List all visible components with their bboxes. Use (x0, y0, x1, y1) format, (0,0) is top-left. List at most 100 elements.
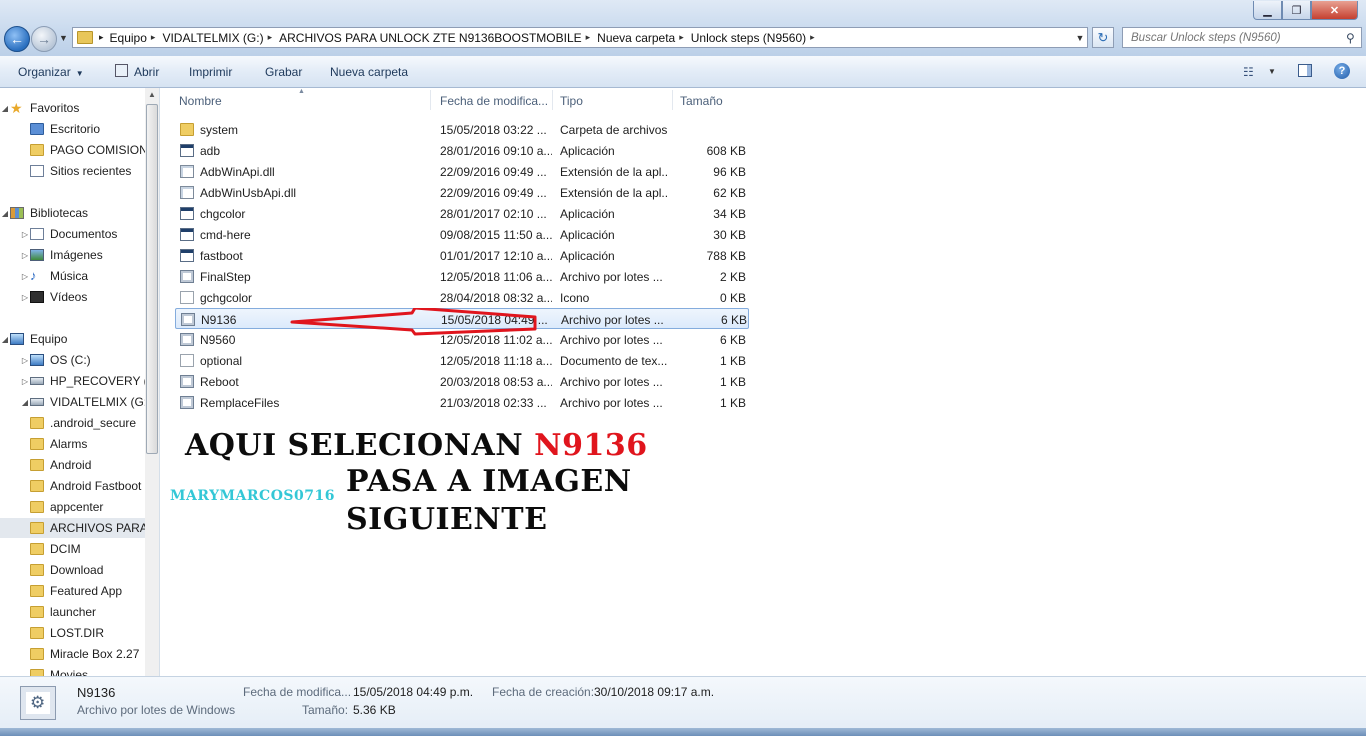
column-header-date[interactable]: Fecha de modifica... (440, 94, 548, 108)
nav-pago-label: PAGO COMISION (50, 143, 148, 157)
organize-menu[interactable]: Organizar ▼ (18, 65, 84, 79)
file-date: 22/09/2016 09:49 ... (440, 186, 547, 200)
breadcrumb-item[interactable]: Nueva carpeta ▸ (597, 31, 691, 45)
search-icon[interactable]: ⚲ (1346, 31, 1355, 45)
nav-folder-item[interactable]: Featured App (0, 581, 159, 601)
nav-folder-item[interactable]: LOST.DIR (0, 623, 159, 643)
expand-icon[interactable]: ◢ (0, 335, 10, 344)
nav-favorites[interactable]: ◢ ★ Favoritos (0, 98, 145, 118)
new-folder-button[interactable]: Nueva carpeta (330, 65, 408, 79)
file-row[interactable]: optional 12/05/2018 11:18 a... Documento d… (175, 350, 749, 371)
nav-folder-label: Android Fastboot (50, 479, 142, 493)
file-row[interactable]: chgcolor 28/01/2017 02:10 ... Aplicación 34… (175, 203, 749, 224)
file-row[interactable]: Reboot 20/03/2018 08:53 a... Archivo por l… (175, 371, 749, 392)
address-bar[interactable]: ▸ Equipo ▸ VIDALTELMIX (G:) ▸ ARCHIVOS PARA … (72, 27, 1088, 48)
chevron-right-icon[interactable]: ▸ (586, 32, 591, 43)
nav-folder-item[interactable]: Movies (0, 665, 159, 676)
address-history-dropdown-icon[interactable]: ▼ (1073, 28, 1087, 47)
nav-folder-item[interactable]: Alarms (0, 434, 159, 454)
nav-documents[interactable]: ▷ Documentos (0, 224, 159, 244)
recent-pages-dropdown-icon[interactable]: ▼ (59, 33, 68, 43)
file-name: AdbWinApi.dll (200, 165, 275, 179)
breadcrumb-item[interactable]: VIDALTELMIX (G:) ▸ (162, 31, 279, 45)
nav-folder-item[interactable]: .android_secure (0, 413, 159, 433)
nav-computer[interactable]: ◢ Equipo (0, 329, 145, 349)
preview-pane-icon[interactable] (1298, 64, 1312, 77)
file-row[interactable]: AdbWinUsbApi.dll 22/09/2016 09:49 ... Exte… (175, 182, 749, 203)
nav-images[interactable]: ▷ Imágenes (0, 245, 159, 265)
open-button[interactable]: Abrir (134, 65, 159, 79)
chevron-right-icon[interactable]: ▸ (268, 32, 273, 43)
chevron-right-icon[interactable]: ▸ (99, 32, 104, 43)
nav-scrollbar[interactable]: ▲ (145, 88, 159, 676)
file-row[interactable]: gchgcolor 28/04/2018 08:32 a... Icono 0 KB (175, 287, 749, 308)
collapse-icon[interactable]: ▷ (20, 293, 30, 302)
search-input[interactable] (1122, 27, 1362, 48)
nav-folder-label: Miracle Box 2.27 (50, 647, 140, 661)
nav-folder-item[interactable]: DCIM (0, 539, 159, 559)
expand-icon[interactable]: ◢ (0, 104, 10, 113)
nav-documents-label: Documentos (50, 227, 118, 241)
file-row[interactable]: AdbWinApi.dll 22/09/2016 09:49 ... Extensi… (175, 161, 749, 182)
breadcrumb-item[interactable]: ARCHIVOS PARA UNLOCK ZTE N9136BOOSTMOBIL… (279, 31, 597, 45)
nav-folder-label: .android_secure (50, 416, 137, 430)
file-row[interactable]: FinalStep 12/05/2018 11:06 a... Archivo po… (175, 266, 749, 287)
file-type: Carpeta de archivos (560, 123, 668, 137)
column-divider[interactable] (430, 90, 431, 110)
file-type: Documento de tex... (560, 354, 668, 368)
column-divider[interactable] (672, 90, 673, 110)
nav-desktop[interactable]: Escritorio (0, 119, 159, 139)
file-row[interactable]: system 15/05/2018 03:22 ... Carpeta de arc… (175, 119, 749, 140)
scroll-up-arrow-icon[interactable]: ▲ (145, 90, 159, 104)
nav-folder-item[interactable]: Android Fastboot (0, 476, 159, 496)
collapse-icon[interactable]: ▷ (20, 251, 30, 260)
breadcrumb-item[interactable]: Unlock steps (N9560) ▸ (691, 31, 822, 45)
nav-videos[interactable]: ▷ Vídeos (0, 287, 159, 307)
collapse-icon[interactable]: ▷ (20, 230, 30, 239)
breadcrumb-item[interactable]: Equipo ▸ (110, 31, 163, 45)
nav-drive-c[interactable]: ▷ OS (C:) (0, 350, 159, 370)
help-icon[interactable]: ? (1334, 63, 1350, 79)
nav-music[interactable]: ▷ ♪ Música (0, 266, 159, 286)
file-row[interactable]: adb 28/01/2016 09:10 a... Aplicación 608 KB (175, 140, 749, 161)
nav-pago-comision[interactable]: PAGO COMISION (0, 140, 159, 160)
chevron-right-icon[interactable]: ▸ (679, 32, 684, 43)
minimize-button[interactable]: ▁ (1253, 1, 1282, 20)
nav-recent-places[interactable]: Sitios recientes (0, 161, 159, 181)
view-options-icon[interactable]: ☷ (1243, 65, 1254, 79)
nav-drive-g[interactable]: ◢ VIDALTELMIX (G:) (0, 392, 159, 412)
column-header-name[interactable]: Nombre (179, 94, 222, 108)
breadcrumb: Equipo ▸ VIDALTELMIX (G:) ▸ ARCHIVOS PARA UN… (110, 31, 822, 45)
nav-folder-item[interactable]: Download (0, 560, 159, 580)
breadcrumb-label: VIDALTELMIX (G:) (162, 30, 264, 45)
chevron-right-icon[interactable]: ▸ (810, 32, 815, 43)
refresh-button[interactable]: ↻ (1092, 27, 1114, 48)
nav-folder-item[interactable]: Miracle Box 2.27 (0, 644, 159, 664)
nav-libraries[interactable]: ◢ Bibliotecas (0, 203, 145, 223)
column-header-size[interactable]: Tamaño (680, 94, 723, 108)
nav-folder-item[interactable]: ARCHIVOS PARA (0, 518, 159, 538)
chevron-down-icon[interactable]: ▼ (1268, 67, 1276, 76)
back-button[interactable]: ← (4, 26, 30, 52)
nav-folder-item[interactable]: launcher (0, 602, 159, 622)
file-row[interactable]: cmd-here 09/08/2015 11:50 a... Aplicación 3… (175, 224, 749, 245)
forward-button[interactable]: → (31, 26, 57, 52)
nav-folder-item[interactable]: appcenter (0, 497, 159, 517)
expand-icon[interactable]: ◢ (0, 209, 10, 218)
collapse-icon[interactable]: ▷ (20, 377, 30, 386)
expand-icon[interactable]: ◢ (20, 398, 30, 407)
file-row[interactable]: fastboot 01/01/2017 12:10 a... Aplicación 7… (175, 245, 749, 266)
column-header-type[interactable]: Tipo (560, 94, 583, 108)
nav-folder-item[interactable]: Android (0, 455, 159, 475)
scrollbar-thumb[interactable] (146, 104, 158, 454)
burn-button[interactable]: Grabar (265, 65, 302, 79)
file-row[interactable]: RemplaceFiles 21/03/2018 02:33 ... Archivo… (175, 392, 749, 413)
maximize-button[interactable]: ❐ (1282, 1, 1311, 20)
collapse-icon[interactable]: ▷ (20, 272, 30, 281)
print-button[interactable]: Imprimir (189, 65, 232, 79)
nav-drive-d[interactable]: ▷ HP_RECOVERY (D:) (0, 371, 159, 391)
close-button[interactable]: ✕ (1311, 1, 1358, 20)
chevron-right-icon[interactable]: ▸ (151, 32, 156, 43)
column-divider[interactable] (552, 90, 553, 110)
collapse-icon[interactable]: ▷ (20, 356, 30, 365)
